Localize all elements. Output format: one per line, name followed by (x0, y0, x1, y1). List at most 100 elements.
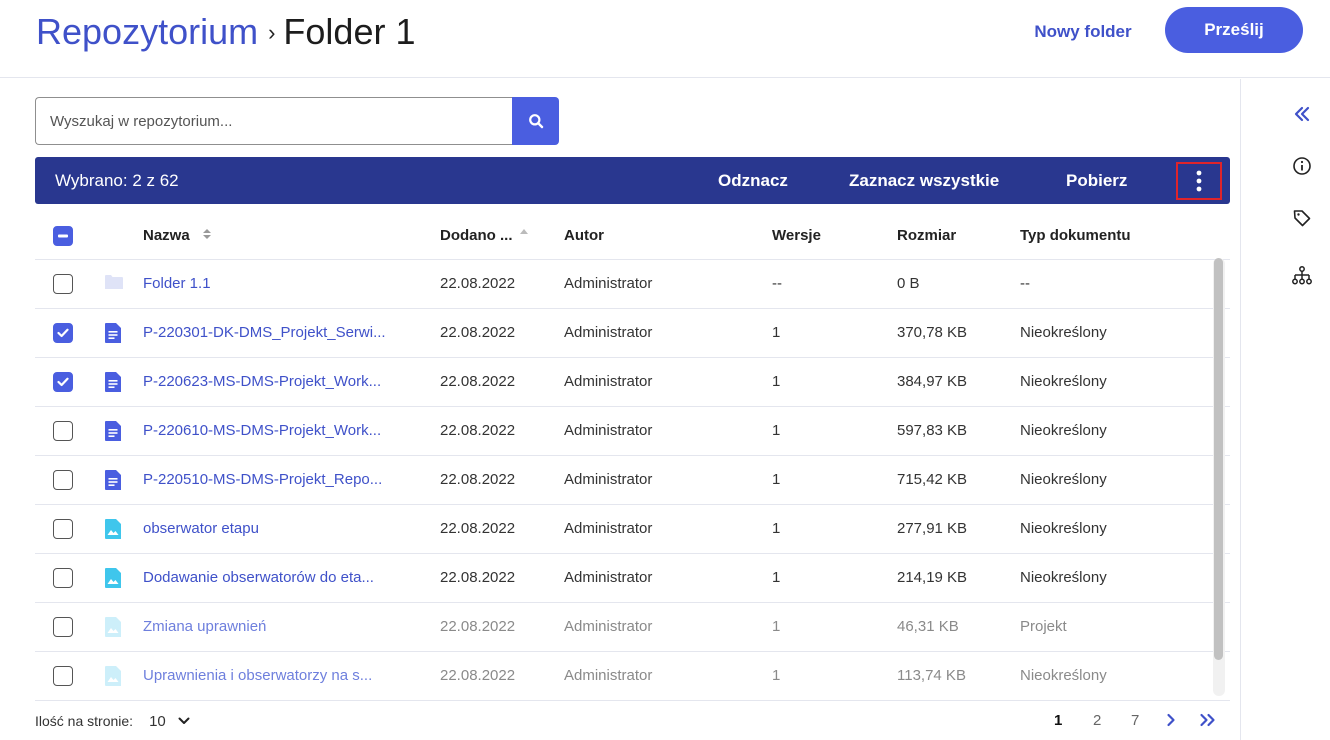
cell-size: 113,74 KB (897, 667, 966, 684)
cell-added-date: 22.08.2022 (440, 520, 516, 537)
cell-document-type: Nieokreślony (1020, 667, 1107, 684)
page-1-link[interactable]: 1 (1054, 706, 1062, 736)
image-icon (105, 568, 123, 588)
table-row[interactable]: P-220510-MS-DMS-Projekt_Repo... 22.08.202… (35, 456, 1230, 505)
table-row[interactable]: Dodawanie obserwatorów do eta... 22.08.20… (35, 554, 1230, 603)
cell-versions: 1 (772, 471, 781, 488)
column-header-size[interactable]: Rozmiar (897, 212, 956, 260)
collapse-panel-icon[interactable] (1285, 97, 1319, 131)
cell-size: 277,91 KB (897, 520, 968, 537)
cell-added-date: 22.08.2022 (440, 667, 516, 684)
file-name-link[interactable]: Uprawnienia i obserwatorzy na s... (143, 652, 372, 700)
search-bar (35, 97, 559, 145)
column-header-added[interactable]: Dodano ... (440, 212, 529, 260)
page-7-link[interactable]: 7 (1131, 706, 1139, 736)
table-row[interactable]: P-220301-DK-DMS_Projekt_Serwi... 22.08.20… (35, 309, 1230, 358)
cell-added-date: 22.08.2022 (440, 275, 516, 292)
more-vertical-icon (1196, 170, 1202, 192)
file-name-link[interactable]: obserwator etapu (143, 505, 259, 553)
column-header-added-label: Dodano ... (440, 227, 513, 244)
last-page-button[interactable] (1199, 708, 1217, 738)
cell-versions: 1 (772, 373, 781, 390)
document-icon (105, 372, 123, 392)
row-checkbox[interactable] (53, 519, 73, 539)
document-icon (105, 421, 123, 441)
cell-size: 370,78 KB (897, 324, 968, 341)
hierarchy-icon[interactable] (1285, 259, 1319, 293)
cell-versions: 1 (772, 520, 781, 537)
cell-document-type: Nieokreślony (1020, 569, 1107, 586)
sort-icon (202, 229, 211, 239)
row-checkbox[interactable] (53, 372, 73, 392)
cell-document-type: Nieokreślony (1020, 422, 1107, 439)
upload-button[interactable]: Prześlij (1165, 7, 1303, 53)
cell-document-type: -- (1020, 275, 1030, 292)
table-body: Folder 1.1 22.08.2022 Administrator -- 0 B --… (35, 260, 1230, 701)
page-size-label: Ilość na stronie: (35, 713, 134, 729)
column-header-author[interactable]: Autor (564, 212, 604, 260)
page-2-link[interactable]: 2 (1093, 706, 1101, 736)
select-all-checkbox[interactable] (53, 226, 73, 246)
table-row[interactable]: Uprawnienia i obserwatorzy na s... 22.08.… (35, 652, 1230, 701)
file-name-link[interactable]: Zmiana uprawnień (143, 603, 266, 651)
tag-icon[interactable] (1285, 201, 1319, 235)
breadcrumb-separator: › (268, 20, 276, 45)
row-checkbox[interactable] (53, 274, 73, 294)
document-icon (105, 470, 123, 490)
next-page-button[interactable] (1166, 708, 1176, 738)
cell-size: 214,19 KB (897, 569, 968, 586)
file-name-link[interactable]: P-220610-MS-DMS-Projekt_Work... (143, 407, 381, 455)
cell-document-type: Nieokreślony (1020, 324, 1107, 341)
search-input[interactable] (35, 97, 512, 145)
table-row[interactable]: P-220623-MS-DMS-Projekt_Work... 22.08.202… (35, 358, 1230, 407)
cell-size: 384,97 KB (897, 373, 968, 390)
right-side-panel (1240, 79, 1330, 740)
file-name-link[interactable]: P-220623-MS-DMS-Projekt_Work... (143, 358, 381, 406)
page-size-select[interactable]: 10 (149, 713, 190, 730)
cell-author: Administrator (564, 422, 653, 439)
row-checkbox[interactable] (53, 666, 73, 686)
cell-document-type: Projekt (1020, 618, 1067, 635)
row-checkbox[interactable] (53, 470, 73, 490)
new-folder-button[interactable]: Nowy folder (1010, 16, 1156, 48)
table-row[interactable]: P-220610-MS-DMS-Projekt_Work... 22.08.202… (35, 407, 1230, 456)
download-button[interactable]: Pobierz (1066, 157, 1127, 204)
table-row[interactable]: obserwator etapu 22.08.2022 Administrator 1… (35, 505, 1230, 554)
row-checkbox[interactable] (53, 323, 73, 343)
file-name-link[interactable]: Folder 1.1 (143, 260, 211, 308)
more-actions-button[interactable] (1176, 162, 1222, 200)
chevron-down-icon (178, 717, 190, 724)
deselect-button[interactable]: Odznacz (718, 157, 788, 204)
chevron-right-icon (1167, 713, 1175, 727)
file-name-link[interactable]: P-220301-DK-DMS_Projekt_Serwi... (143, 309, 386, 357)
info-icon[interactable] (1285, 149, 1319, 183)
image-icon (105, 666, 123, 686)
cell-size: 46,31 KB (897, 618, 959, 635)
cell-added-date: 22.08.2022 (440, 618, 516, 635)
cell-added-date: 22.08.2022 (440, 569, 516, 586)
breadcrumb-root-link[interactable]: Repozytorium (36, 8, 258, 56)
cell-size: 715,42 KB (897, 471, 968, 488)
select-all-button[interactable]: Zaznacz wszystkie (849, 157, 999, 204)
cell-added-date: 22.08.2022 (440, 422, 516, 439)
column-header-versions[interactable]: Wersje (772, 212, 821, 260)
search-button[interactable] (512, 97, 559, 145)
row-checkbox[interactable] (53, 421, 73, 441)
cell-author: Administrator (564, 667, 653, 684)
page-size-control: Ilość na stronie: 10 (35, 706, 190, 736)
cell-document-type: Nieokreślony (1020, 373, 1107, 390)
page-header: Repozytorium › Folder 1 Nowy folder Prze… (0, 0, 1330, 78)
selection-bar: Wybrano: 2 z 62 Odznacz Zaznacz wszystki… (35, 157, 1230, 204)
image-icon (105, 617, 123, 637)
table-row[interactable]: Folder 1.1 22.08.2022 Administrator -- 0 B -- (35, 260, 1230, 309)
column-header-name[interactable]: Nazwa (143, 212, 212, 260)
table-scrollbar-thumb[interactable] (1214, 258, 1223, 660)
cell-author: Administrator (564, 618, 653, 635)
column-header-doc-type[interactable]: Typ dokumentu (1020, 212, 1131, 260)
row-checkbox[interactable] (53, 617, 73, 637)
cell-versions: 1 (772, 569, 781, 586)
row-checkbox[interactable] (53, 568, 73, 588)
table-row[interactable]: Zmiana uprawnień 22.08.2022 Administrator 1… (35, 603, 1230, 652)
file-name-link[interactable]: Dodawanie obserwatorów do eta... (143, 554, 374, 602)
file-name-link[interactable]: P-220510-MS-DMS-Projekt_Repo... (143, 456, 382, 504)
